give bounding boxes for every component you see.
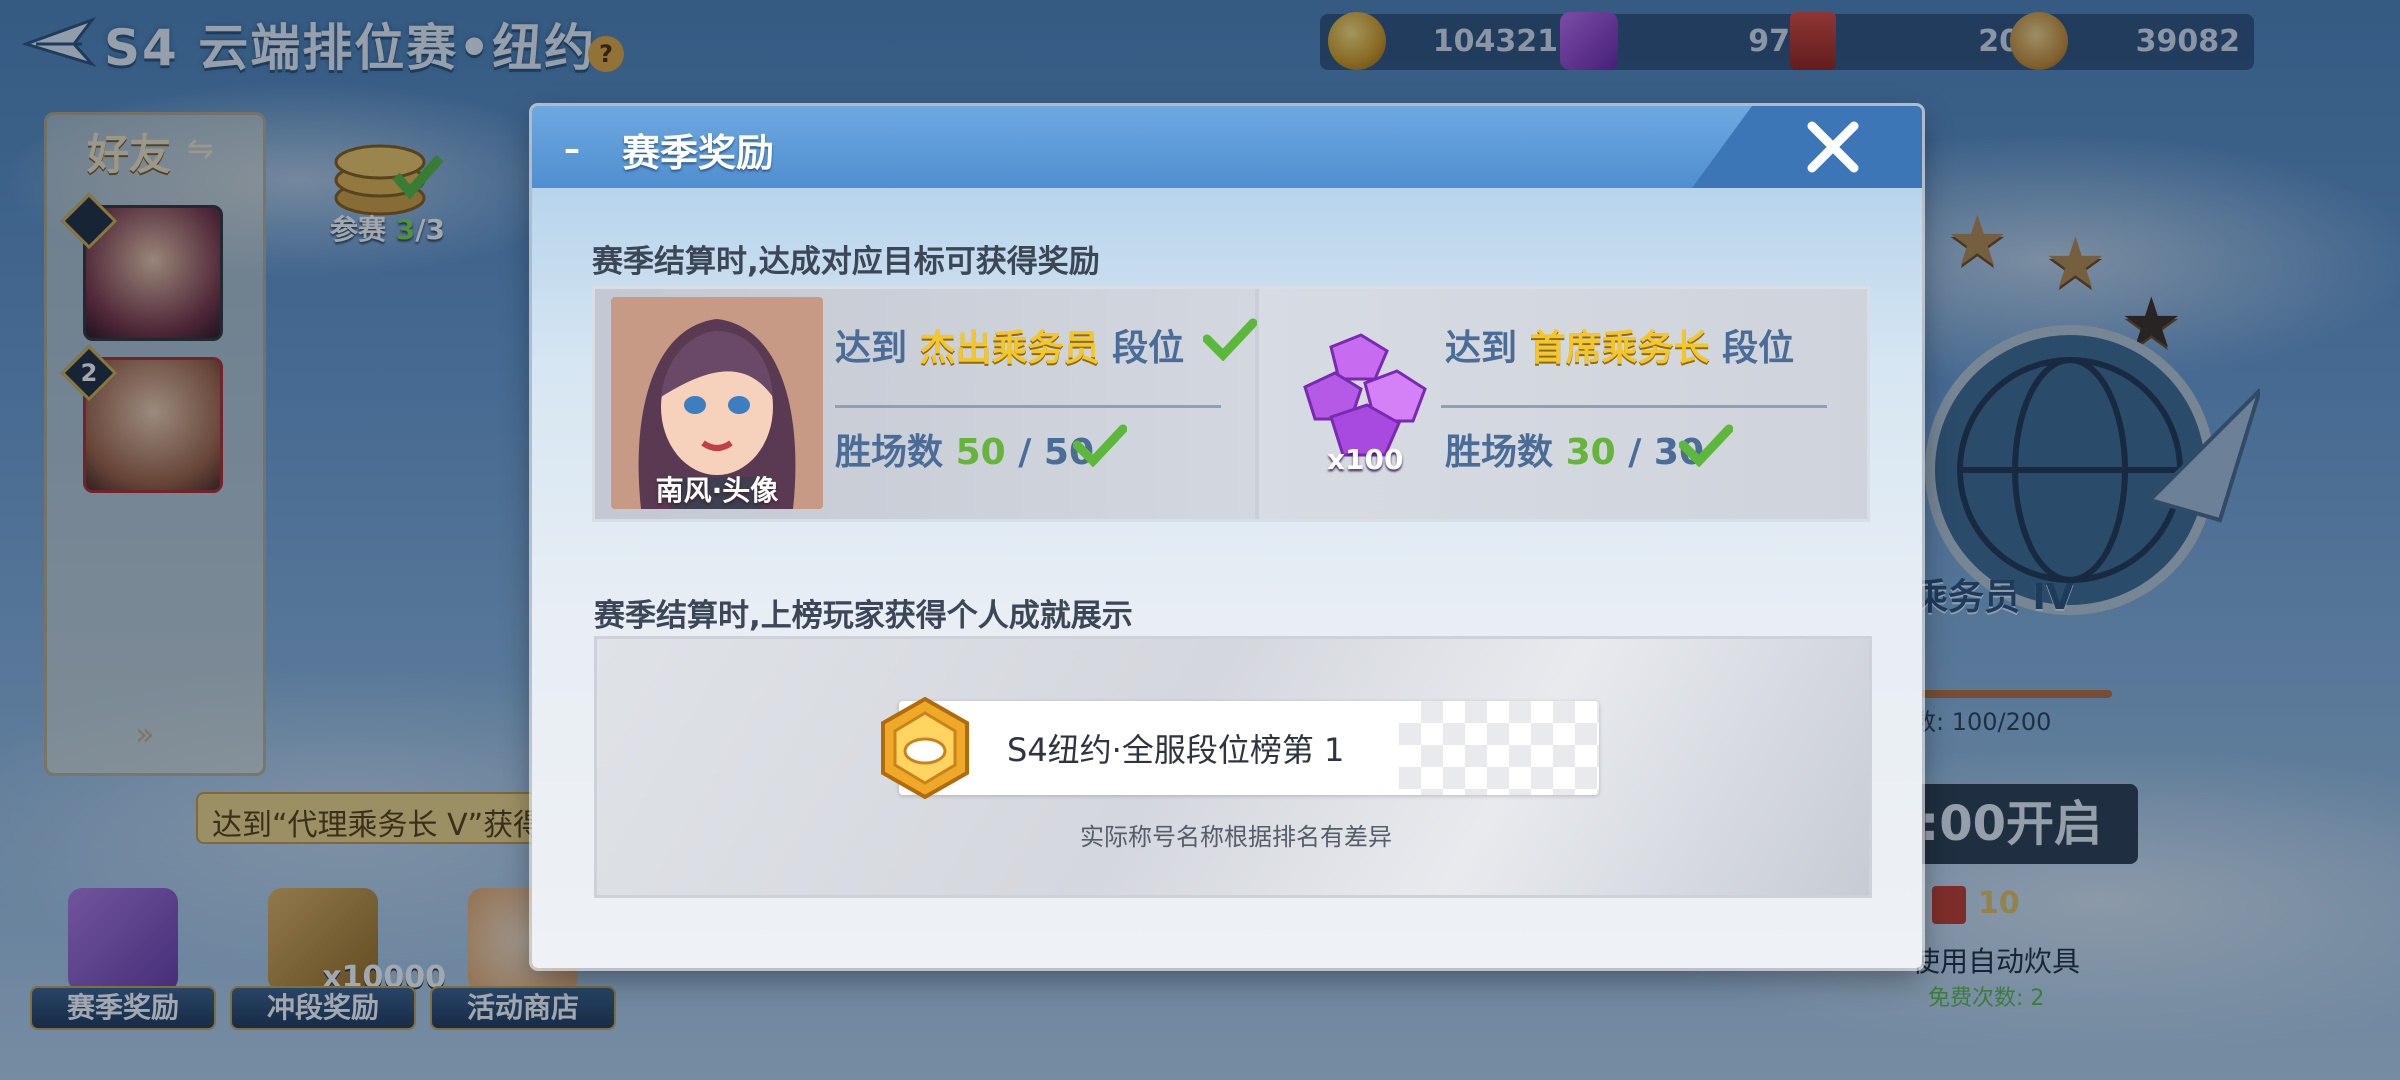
checkered-flag-pattern [1399, 701, 1599, 795]
season-reward-label: 赛季奖励 [30, 986, 216, 1030]
avatar-reward-caption: 南风·头像 [655, 474, 779, 507]
wins-requirement: 胜场数 30 / 30 [1445, 432, 1704, 473]
page-title: S4 云端排位赛•纽约 [104, 19, 597, 77]
help-button[interactable]: ? [588, 36, 624, 72]
achievement-title: S4纽约·全服段位榜第 1 [1007, 731, 1345, 769]
gold-value: 104321 [1432, 24, 1558, 59]
rank-requirement: 达到 首席乘务长 段位 [1445, 328, 1795, 369]
requirement-divider [835, 405, 1221, 408]
reward-card-avatar[interactable]: 南风·头像 达到 杰出乘务员 段位 胜场数 50 / 50 [595, 289, 1257, 519]
rank-coin-icon [2010, 12, 2068, 70]
currency-bar: 104321 97 20 39082 [1320, 12, 2254, 70]
close-icon [1807, 121, 1859, 173]
reward-card-gems[interactable]: x100 达到 首席乘务长 段位 胜场数 30 / 30 [1259, 289, 1867, 519]
rank-points: 数: 100/200 [1912, 708, 2052, 736]
close-button[interactable] [1800, 114, 1866, 180]
currency-rank-coin[interactable]: 39082 [2010, 12, 2250, 70]
avatar-reward-image: 南风·头像 [611, 297, 823, 509]
open-cost: 10 [1932, 884, 2102, 930]
back-arrow-icon [21, 16, 97, 67]
free-count-label: 免费次数: 2 [1928, 986, 2045, 1011]
season-reward-modal: – 赛季奖励 赛季结算时,达成对应目标可获得奖励 南风·头像 达到 杰出乘务员 … [532, 106, 1922, 968]
rank-coin-value: 39082 [2135, 24, 2240, 59]
currency-gold[interactable]: 104321 [1328, 12, 1568, 70]
rank-up-reward-label: 冲段奖励 [230, 986, 416, 1030]
red-ticket-icon [1932, 886, 1966, 924]
achievement-medal-icon [881, 696, 969, 800]
currency-gem[interactable]: 97 [1560, 12, 1800, 70]
section-title-achievement: 赛季结算时,上榜玩家获得个人成就展示 [594, 598, 1133, 634]
back-button[interactable] [21, 14, 97, 70]
section-title-goals: 赛季结算时,达成对应目标可获得奖励 [592, 244, 1100, 280]
rank-up-reward-button[interactable]: x10000 冲段奖励 [230, 880, 446, 1030]
achievement-title-bar: S4纽约·全服段位榜第 1 [899, 701, 1599, 795]
event-shop-label: 活动商店 [430, 986, 616, 1030]
rank-star-icon: ★ [1946, 200, 2009, 282]
gift-box-icon [68, 888, 178, 992]
top-bar: S4 云端排位赛•纽约 ? 104321 97 20 39082 [0, 0, 2400, 88]
gem-value: 97 [1748, 24, 1790, 59]
rank-star-icon: ★ [2044, 222, 2107, 304]
purple-gem-icon [1560, 12, 1618, 70]
auto-cook-label[interactable]: 使用自动炊具 [1912, 940, 2080, 980]
check-icon [1203, 318, 1257, 361]
wins-requirement: 胜场数 50 / 50 [835, 432, 1094, 473]
rank-name: 乘务员 IV [1912, 577, 2074, 618]
ticket-value: 20 [1978, 24, 2020, 59]
reward-row: 南风·头像 达到 杰出乘务员 段位 胜场数 50 / 50 x100 达到 首席… [592, 286, 1870, 522]
currency-ticket[interactable]: 20 [1790, 12, 2030, 70]
modal-title: 赛季奖励 [622, 131, 775, 175]
friends-swap-icon[interactable]: ⇋ [187, 129, 214, 167]
entry-count: 参赛 3/3 [330, 213, 445, 246]
red-ticket-icon [1790, 12, 1836, 70]
open-time-button[interactable]: :00开启 [1912, 784, 2138, 864]
modal-header: – 赛季奖励 [532, 106, 1922, 188]
season-reward-button[interactable]: 赛季奖励 [30, 880, 216, 1030]
friends-title: 好友 [87, 130, 172, 179]
gold-coin-icon [1328, 12, 1386, 70]
achievement-panel: S4纽约·全服段位榜第 1 实际称号名称根据排名有差异 [594, 636, 1872, 898]
rank-requirement: 达到 杰出乘务员 段位 [835, 328, 1185, 369]
check-icon [1073, 424, 1127, 467]
gem-reward-qty: x100 [1327, 443, 1404, 476]
modal-title-dash: – [564, 130, 580, 168]
achievement-note: 实际称号名称根据排名有差异 [1080, 823, 1392, 851]
requirement-divider [1441, 405, 1827, 408]
friends-panel: 好友 ⇋ 2 » [44, 112, 266, 776]
friends-expand-icon[interactable]: » [135, 715, 155, 753]
rank-progress-bar [1912, 690, 2112, 698]
check-icon [1679, 424, 1733, 467]
